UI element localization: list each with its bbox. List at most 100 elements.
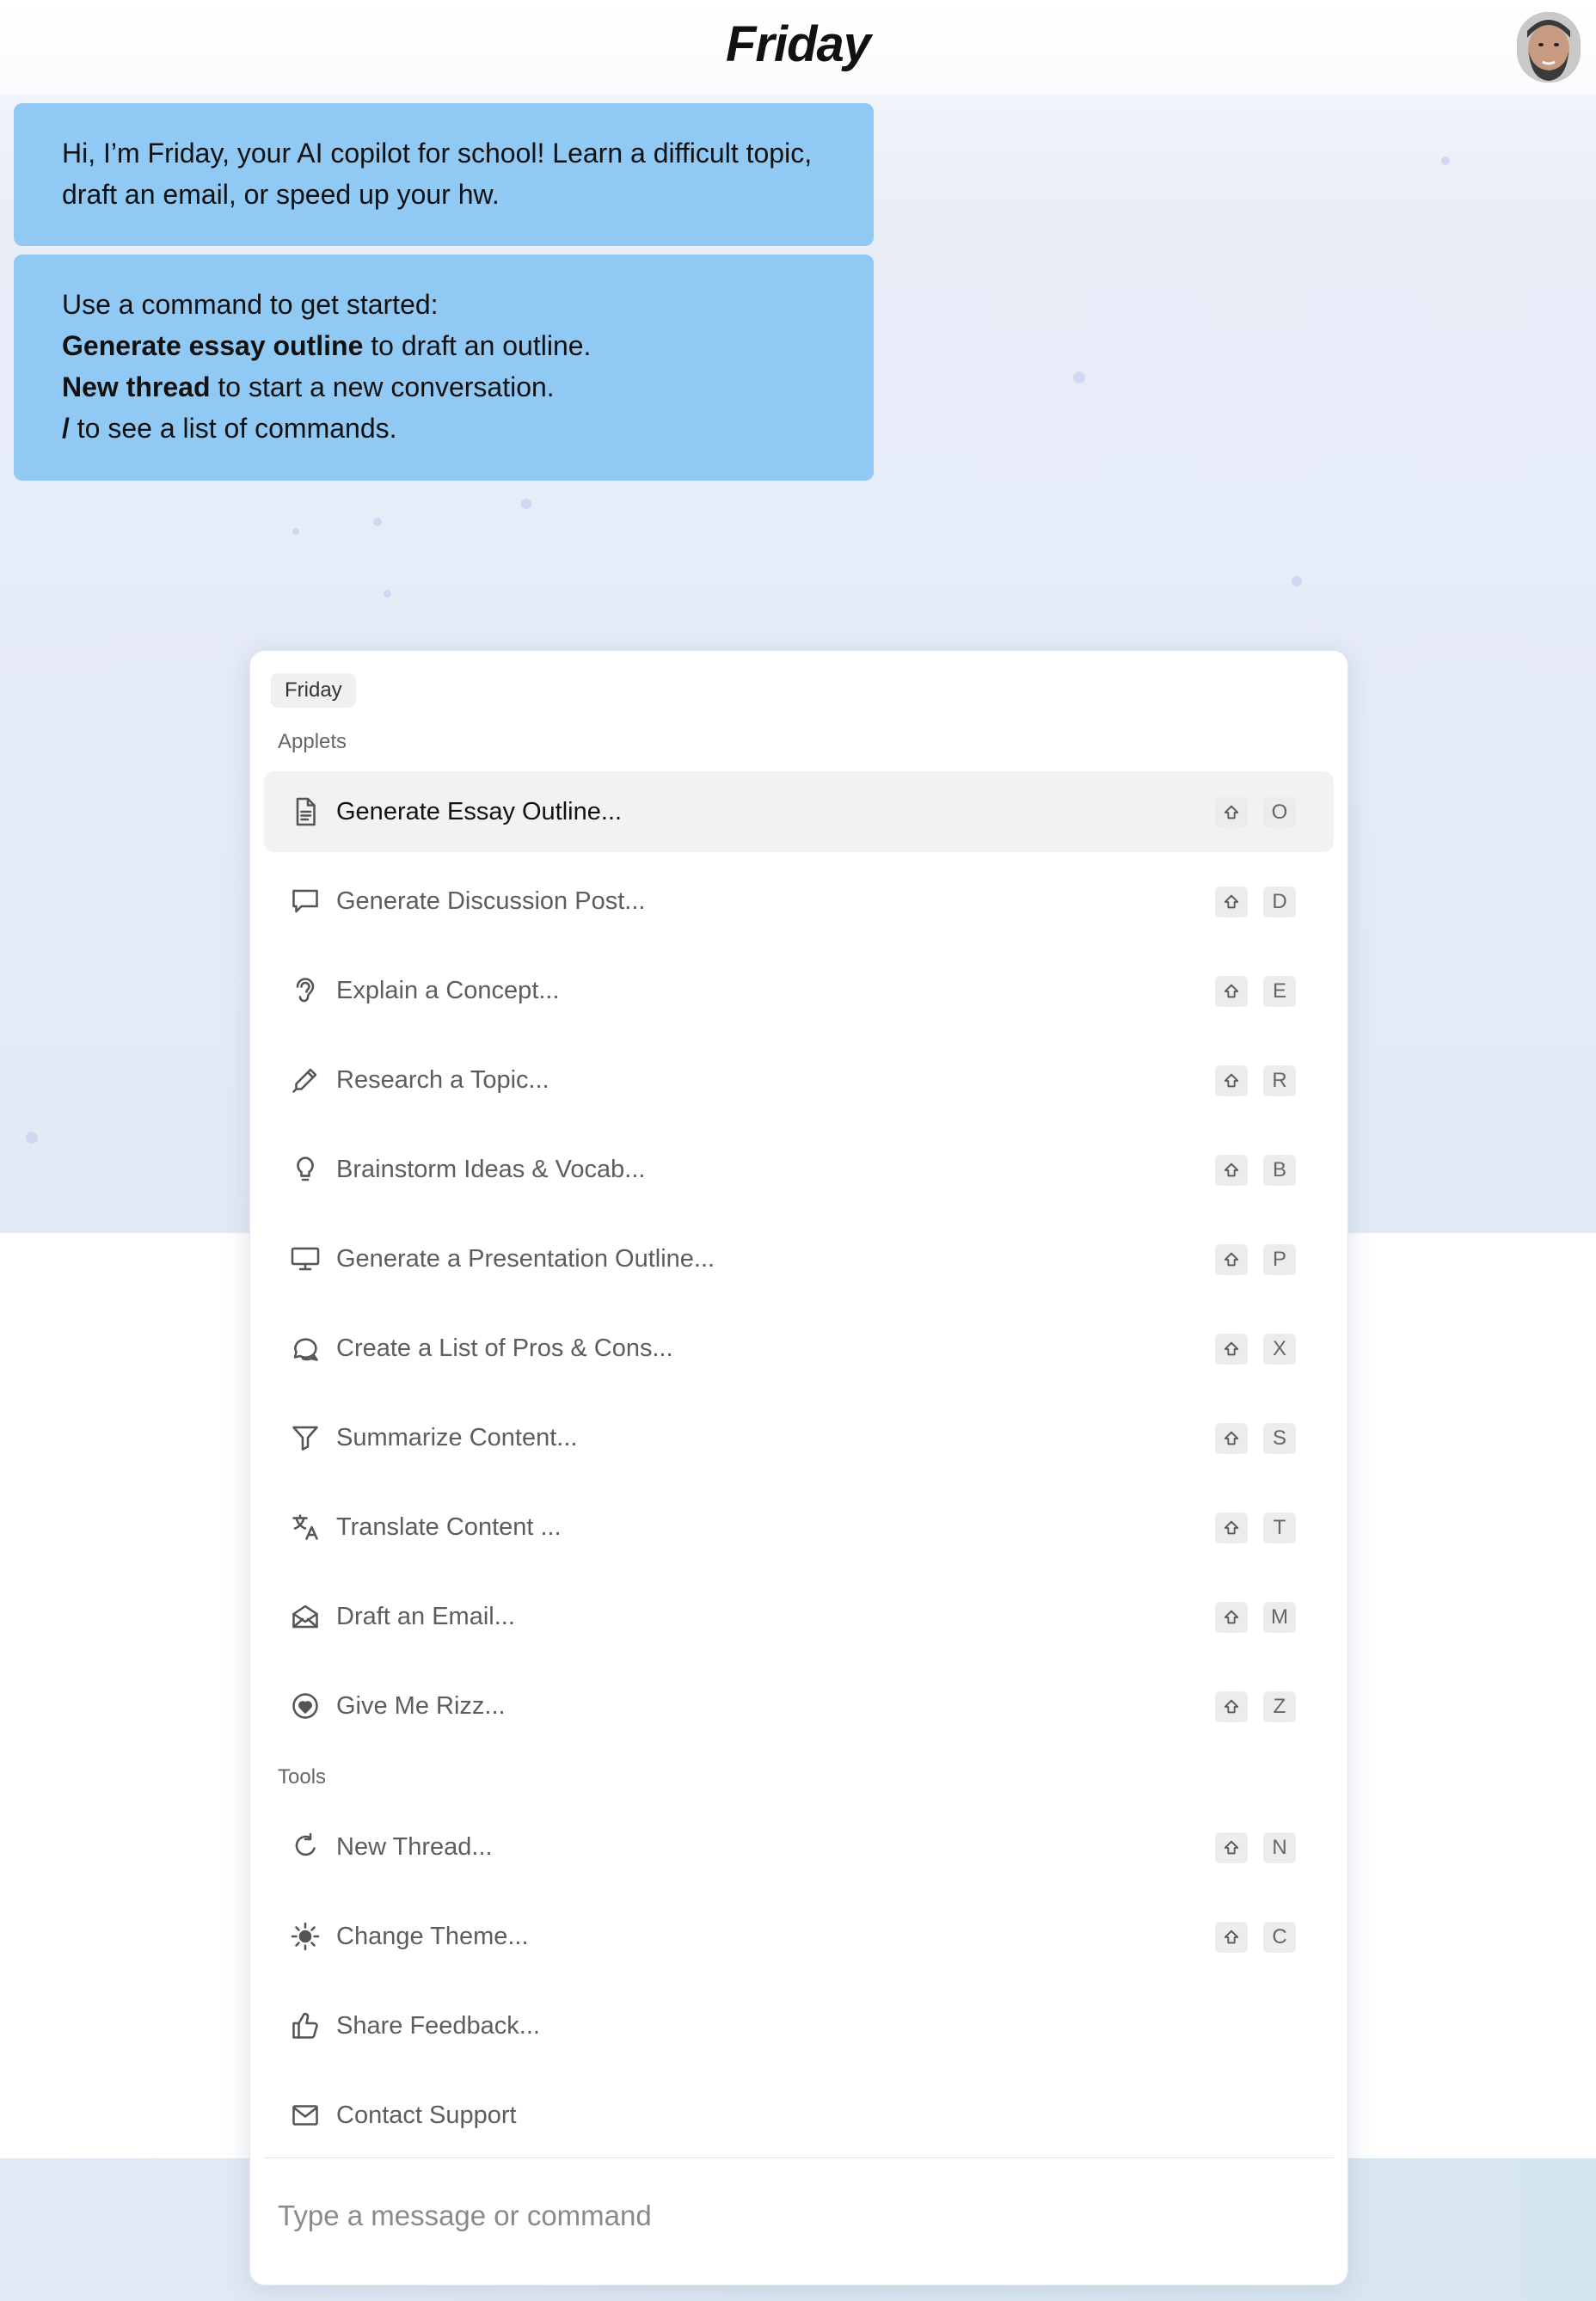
decor-dot xyxy=(384,590,391,598)
shortcut-key: P xyxy=(1263,1244,1296,1275)
shortcut-key: Z xyxy=(1263,1691,1296,1722)
shortcut-key: M xyxy=(1263,1602,1296,1633)
command-label: Translate Content ... xyxy=(336,1513,562,1541)
shortcut-key: T xyxy=(1263,1513,1296,1543)
shortcut-key: O xyxy=(1263,797,1296,828)
command-item[interactable]: Draft an Email... M xyxy=(264,1576,1334,1657)
help-command-desc: to see a list of commands. xyxy=(69,413,397,444)
intro-message: Hi, I’m Friday, your AI copilot for scho… xyxy=(14,103,874,246)
command-label: Research a Topic... xyxy=(336,1066,549,1094)
command-item[interactable]: Give Me Rizz... Z xyxy=(264,1666,1334,1746)
refresh-icon xyxy=(290,1832,321,1862)
decor-dot xyxy=(1441,156,1450,165)
command-item[interactable]: Generate Discussion Post... D xyxy=(264,861,1334,942)
shortcut-key: E xyxy=(1263,976,1296,1007)
breadcrumb[interactable]: Friday xyxy=(271,673,356,708)
shift-key-icon xyxy=(1215,976,1248,1007)
help-command-name: New thread xyxy=(62,371,211,402)
decor-dot xyxy=(521,499,531,509)
envelope-icon xyxy=(290,2100,321,2131)
command-item[interactable]: Translate Content ... T xyxy=(264,1487,1334,1568)
avatar[interactable] xyxy=(1517,12,1581,83)
command-label: Change Theme... xyxy=(336,1923,529,1950)
open-envelope-icon xyxy=(290,1601,321,1632)
shift-key-icon xyxy=(1215,1334,1248,1365)
command-label: Generate Discussion Post... xyxy=(336,887,646,915)
intro-message-text: Hi, I’m Friday, your AI copilot for scho… xyxy=(62,138,813,210)
decor-dot xyxy=(1292,576,1302,586)
help-command-desc: to draft an outline. xyxy=(363,330,592,361)
command-item[interactable]: Brainstorm Ideas & Vocab... B xyxy=(264,1129,1334,1210)
shortcut-key: D xyxy=(1263,887,1296,917)
thumbs-up-icon xyxy=(290,2010,321,2041)
chat-bubbles-icon xyxy=(290,1333,321,1364)
sun-icon xyxy=(290,1921,321,1952)
shift-key-icon xyxy=(1215,1602,1248,1633)
command-item[interactable]: Generate a Presentation Outline... P xyxy=(264,1218,1334,1299)
monitor-icon xyxy=(290,1243,321,1274)
command-item[interactable]: Change Theme... C xyxy=(264,1896,1334,1977)
shortcut-key: X xyxy=(1263,1334,1296,1365)
shift-key-icon xyxy=(1215,797,1248,828)
command-item[interactable]: Explain a Concept... E xyxy=(264,950,1334,1031)
section-heading-tools: Tools xyxy=(278,1765,327,1789)
command-label: Draft an Email... xyxy=(336,1603,515,1630)
lightbulb-icon xyxy=(290,1154,321,1185)
command-label: Create a List of Pros & Cons... xyxy=(336,1335,673,1362)
command-label: Contact Support xyxy=(336,2102,517,2129)
document-icon xyxy=(290,796,321,827)
ear-icon xyxy=(290,975,321,1006)
input-divider xyxy=(264,2157,1334,2158)
heart-circle-icon xyxy=(290,1690,321,1721)
help-command-line: Generate essay outline to draft an outli… xyxy=(62,325,826,366)
decor-dot xyxy=(373,518,382,526)
command-label: Explain a Concept... xyxy=(336,977,560,1004)
shift-key-icon xyxy=(1215,1244,1248,1275)
command-label: Share Feedback... xyxy=(336,2012,540,2040)
shift-key-icon xyxy=(1215,1832,1248,1863)
shortcut-key: R xyxy=(1263,1065,1296,1096)
command-item[interactable]: Create a List of Pros & Cons... X xyxy=(264,1308,1334,1389)
command-label: Summarize Content... xyxy=(336,1424,578,1451)
command-label: Give Me Rizz... xyxy=(336,1692,506,1720)
app-header: Friday xyxy=(0,0,1596,95)
shortcut-key: S xyxy=(1263,1423,1296,1454)
speech-bubble-icon xyxy=(290,886,321,917)
eyedropper-icon xyxy=(290,1065,321,1095)
command-label: Generate Essay Outline... xyxy=(336,798,623,825)
help-lead: Use a command to get started: xyxy=(62,289,439,320)
app-title: Friday xyxy=(725,16,871,72)
command-label: New Thread... xyxy=(336,1833,493,1861)
help-command-name: Generate essay outline xyxy=(62,330,364,361)
help-command-name: / xyxy=(62,413,70,444)
command-label: Brainstorm Ideas & Vocab... xyxy=(336,1156,646,1183)
shift-key-icon xyxy=(1215,1065,1248,1096)
decor-dot xyxy=(1073,371,1085,384)
shift-key-icon xyxy=(1215,1691,1248,1722)
command-item[interactable]: Research a Topic... R xyxy=(264,1040,1334,1120)
translate-icon xyxy=(290,1512,321,1543)
message-input[interactable] xyxy=(278,2181,1310,2250)
decor-dot xyxy=(26,1132,38,1144)
help-command-line: / to see a list of commands. xyxy=(62,408,826,449)
shortcut-key: C xyxy=(1263,1922,1296,1953)
shift-key-icon xyxy=(1215,1922,1248,1953)
help-command-line: New thread to start a new conversation. xyxy=(62,366,826,408)
command-palette: Friday Applets Generate Essay Outline...… xyxy=(249,650,1348,2286)
section-heading-applets: Applets xyxy=(278,730,347,753)
shift-key-icon xyxy=(1215,1155,1248,1186)
command-item[interactable]: Summarize Content... S xyxy=(264,1397,1334,1478)
decor-dot xyxy=(292,528,299,535)
shortcut-key: B xyxy=(1263,1155,1296,1186)
command-item[interactable]: Generate Essay Outline... O xyxy=(264,771,1334,852)
help-message: Use a command to get started: Generate e… xyxy=(14,255,874,481)
shortcut-key: N xyxy=(1263,1832,1296,1863)
command-item[interactable]: New Thread... N xyxy=(264,1807,1334,1887)
command-label: Generate a Presentation Outline... xyxy=(336,1245,715,1273)
shift-key-icon xyxy=(1215,1513,1248,1543)
command-item[interactable]: Share Feedback... xyxy=(264,1985,1334,2066)
command-item[interactable]: Contact Support xyxy=(264,2075,1334,2156)
help-command-desc: to start a new conversation. xyxy=(210,371,555,402)
shift-key-icon xyxy=(1215,887,1248,917)
shift-key-icon xyxy=(1215,1423,1248,1454)
